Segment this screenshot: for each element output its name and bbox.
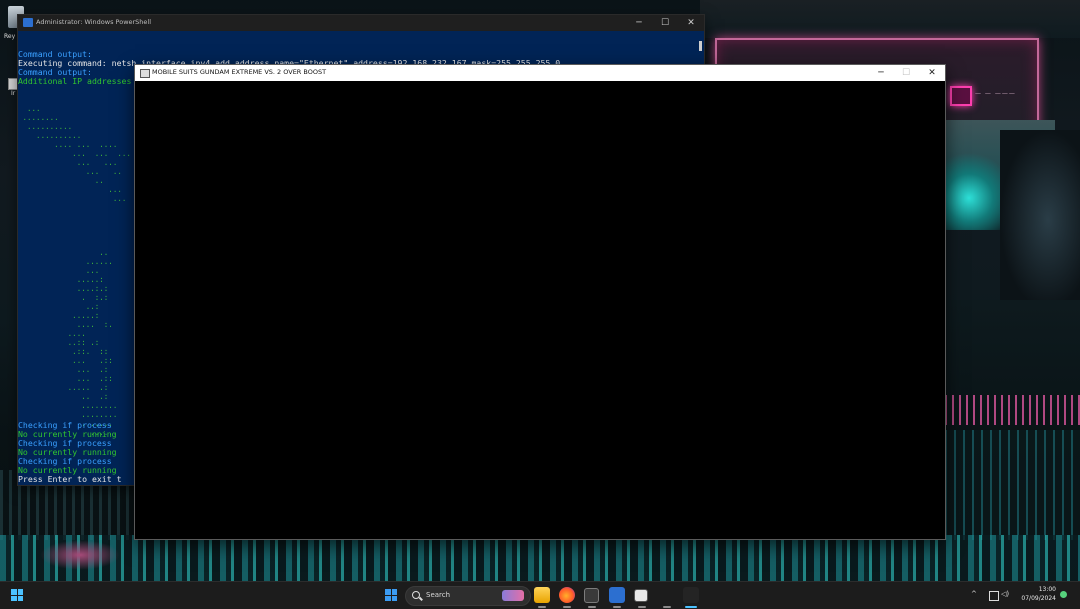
powershell-title: Administrator: Windows PowerShell <box>36 18 152 26</box>
close-button[interactable]: ✕ <box>678 15 704 31</box>
search-placeholder: Search <box>426 591 451 599</box>
console-tail-line: Press Enter to exit t <box>18 475 122 484</box>
wallpaper-figure <box>1000 130 1080 310</box>
search-icon <box>412 591 420 599</box>
maximize-button[interactable]: ☐ <box>652 15 678 31</box>
wallpaper-pink-reflection <box>945 395 1080 425</box>
game-titlebar[interactable]: MOBILE SUITS GUNDAM EXTREME VS. 2 OVER B… <box>135 65 945 81</box>
notification-icon[interactable] <box>1060 591 1067 598</box>
console-tail-line: Checking if process <box>18 457 112 466</box>
taskbar-search[interactable]: Search <box>405 586 531 606</box>
minimize-button[interactable]: ─ <box>626 15 652 31</box>
wallpaper-teal-light <box>945 150 1005 230</box>
console-tail-line: No currently running <box>18 448 117 457</box>
game-taskbar-icon[interactable] <box>634 589 648 602</box>
wallpaper-wet-street <box>945 430 1080 540</box>
powershell-titlebar[interactable]: Administrator: Windows PowerShell ─ ☐ ✕ <box>18 15 704 31</box>
terminal-app-icon[interactable] <box>584 588 599 603</box>
taskbar-clock[interactable]: 13:00 07/09/2024 <box>1016 585 1056 603</box>
start-button-icon[interactable] <box>385 589 397 601</box>
taskbar: Search ^ ◁) 13:00 07/09/2024 <box>0 581 1080 609</box>
console-line: Command output: <box>18 50 92 59</box>
wallpaper-floor-glow <box>40 540 120 570</box>
game-app-icon <box>140 69 150 78</box>
widgets-icon[interactable] <box>11 589 23 601</box>
clock-date: 07/09/2024 <box>1021 595 1056 602</box>
close-button[interactable]: ✕ <box>919 65 945 81</box>
wallpaper-teal-floor <box>0 535 1080 581</box>
console-tail-line: Checking if process <box>18 421 112 430</box>
minimize-button[interactable]: ─ <box>868 65 894 81</box>
wallpaper-sign-text: — — ——— <box>975 90 1016 97</box>
blank-app-icon[interactable] <box>659 587 675 603</box>
recycle-bin-label: Rey <box>4 33 16 40</box>
maximize-button: ☐ <box>901 68 911 78</box>
console-output-tail: Checking if process No currently running C… <box>18 421 122 484</box>
file-explorer-icon[interactable] <box>534 587 550 603</box>
powershell-icon <box>23 18 33 27</box>
wallpaper-building <box>700 0 1080 38</box>
search-highlight-icon <box>502 590 524 601</box>
tray-chevron-icon[interactable]: ^ <box>971 590 977 598</box>
game-render-area[interactable] <box>136 81 944 538</box>
clock-time: 13:00 <box>1038 586 1056 593</box>
wallpaper-neon-sign <box>950 86 972 106</box>
console-scrollbar[interactable] <box>699 41 702 51</box>
volume-icon[interactable]: ◁) <box>1001 590 1009 598</box>
console-tail-line: No currently running <box>18 430 117 439</box>
network-icon[interactable] <box>989 591 999 601</box>
console-tail-line: Checking if process <box>18 439 112 448</box>
powershell-taskbar-icon[interactable] <box>609 587 625 603</box>
console-tail-line: No currently running <box>18 466 117 475</box>
game-title: MOBILE SUITS GUNDAM EXTREME VS. 2 OVER B… <box>152 68 327 76</box>
active-app-icon[interactable] <box>683 587 699 603</box>
firefox-icon[interactable] <box>559 587 575 603</box>
desktop-shortcut-label: Ir <box>11 90 16 97</box>
game-window[interactable]: MOBILE SUITS GUNDAM EXTREME VS. 2 OVER B… <box>135 65 945 539</box>
